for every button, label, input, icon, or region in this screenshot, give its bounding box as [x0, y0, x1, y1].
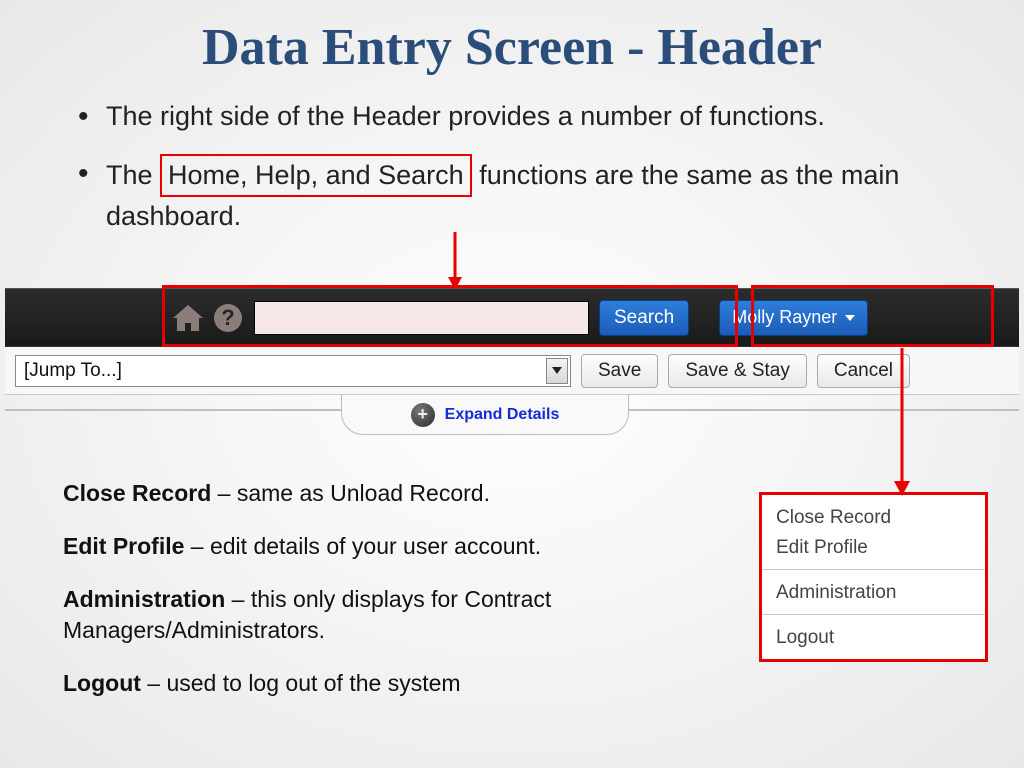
- menu-item-administration[interactable]: Administration: [776, 578, 971, 608]
- expand-row: + Expand Details: [5, 395, 1019, 441]
- search-button[interactable]: Search: [599, 300, 689, 336]
- expand-label: Expand Details: [445, 406, 560, 424]
- bullet-item: The Home, Help, and Search functions are…: [78, 154, 954, 236]
- user-name-label: Molly Rayner: [732, 307, 837, 328]
- definitions: Close Record – same as Unload Record. Ed…: [63, 478, 723, 721]
- svg-text:?: ?: [221, 305, 234, 330]
- definition-text: – edit details of your user account.: [184, 533, 541, 559]
- page-title: Data Entry Screen - Header: [0, 0, 1024, 77]
- jump-to-label: [Jump To...]: [24, 360, 122, 382]
- help-icon[interactable]: ?: [212, 302, 244, 334]
- menu-item-edit-profile[interactable]: Edit Profile: [776, 533, 971, 563]
- action-toolbar: [Jump To...] Save Save & Stay Cancel: [5, 347, 1019, 395]
- save-button[interactable]: Save: [581, 354, 658, 388]
- cancel-button[interactable]: Cancel: [817, 354, 910, 388]
- bullet-list: The right side of the Header provides a …: [78, 97, 954, 236]
- user-dropdown-menu: Close Record Edit Profile Administration…: [759, 492, 988, 662]
- term: Administration: [63, 586, 225, 612]
- term: Edit Profile: [63, 533, 184, 559]
- definition-text: – same as Unload Record.: [211, 480, 490, 506]
- bullet-item: The right side of the Header provides a …: [78, 97, 954, 136]
- term: Close Record: [63, 480, 211, 506]
- plus-icon: +: [411, 403, 435, 427]
- term: Logout: [63, 670, 141, 696]
- menu-item-logout[interactable]: Logout: [776, 623, 971, 653]
- expand-details-button[interactable]: + Expand Details: [341, 395, 629, 435]
- jump-to-select[interactable]: [Jump To...]: [15, 355, 571, 387]
- menu-item-close-record[interactable]: Close Record: [776, 503, 971, 533]
- app-header: ? Search Molly Rayner: [5, 288, 1019, 347]
- highlight-home-help-search: Home, Help, and Search: [160, 154, 472, 197]
- search-input[interactable]: [254, 301, 589, 335]
- save-stay-button[interactable]: Save & Stay: [668, 354, 807, 388]
- home-icon[interactable]: [170, 302, 206, 334]
- dropdown-handle-icon: [546, 358, 568, 384]
- chevron-down-icon: [845, 315, 855, 321]
- definition-text: – used to log out of the system: [141, 670, 461, 696]
- arrow-icon: [445, 232, 475, 292]
- user-menu-button[interactable]: Molly Rayner: [719, 300, 868, 336]
- text: The: [106, 160, 160, 190]
